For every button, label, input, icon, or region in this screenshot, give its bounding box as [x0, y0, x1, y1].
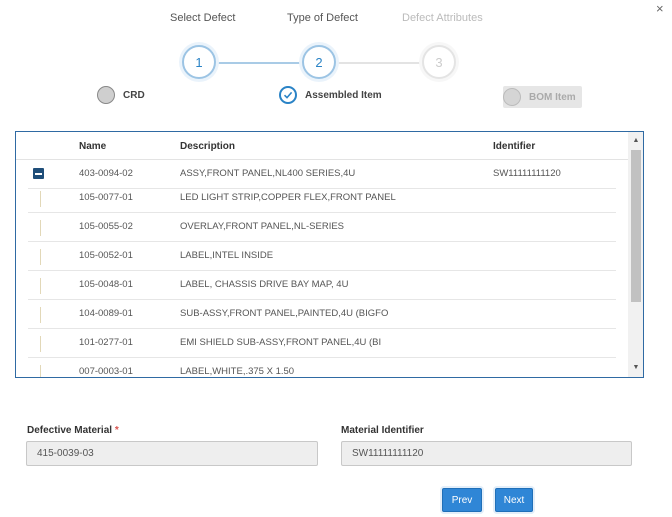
- step-2-indicator[interactable]: 2: [302, 45, 336, 79]
- step-connector-1-2: [216, 62, 304, 64]
- cell-description: LABEL,INTEL INSIDE: [180, 250, 274, 261]
- table-row[interactable]: 101-0277-01 EMI SHIELD SUB-ASSY,FRONT PA…: [28, 329, 616, 358]
- tree-guide-line: [40, 249, 41, 265]
- step-label-defect-attributes: Defect Attributes: [402, 12, 483, 24]
- cell-description: LABEL,WHITE,.375 X 1.50: [180, 366, 295, 377]
- step-3-indicator: 3: [422, 45, 456, 79]
- cell-description: EMI SHIELD SUB-ASSY,FRONT PANEL,4U (BI: [180, 337, 382, 348]
- step-1-indicator[interactable]: 1: [182, 45, 216, 79]
- cell-name: 403-0094-02: [79, 168, 133, 179]
- radio-option-assembled-item[interactable]: Assembled Item: [279, 86, 382, 104]
- tree-guide-line: [40, 278, 41, 294]
- tree-guide-line: [40, 336, 41, 352]
- defective-material-field[interactable]: 415-0039-03: [26, 441, 318, 466]
- cell-identifier: SW11111111120: [493, 168, 561, 179]
- assembly-tree-grid: Name Description Identifier 403-0094-02 …: [15, 131, 644, 378]
- defective-material-label-text: Defective Material: [27, 425, 113, 436]
- cell-name: 007-0003-01: [79, 366, 133, 377]
- table-row[interactable]: 105-0055-02 OVERLAY,FRONT PANEL,NL-SERIE…: [28, 213, 616, 242]
- next-button[interactable]: Next: [495, 488, 533, 512]
- cell-name: 101-0277-01: [79, 337, 133, 348]
- close-icon[interactable]: ×: [656, 2, 664, 15]
- step-label-select-defect: Select Defect: [170, 12, 236, 24]
- column-header-description[interactable]: Description: [180, 141, 235, 152]
- step-3-number: 3: [435, 54, 443, 70]
- tree-guide-line: [40, 365, 41, 377]
- step-connector-2-3: [336, 62, 424, 64]
- radio-option-bom-item: BOM Item: [503, 86, 582, 108]
- material-identifier-field[interactable]: SW11111111120: [341, 441, 632, 466]
- tree-guide-line: [40, 191, 41, 207]
- cell-name: 104-0089-01: [79, 308, 133, 319]
- radio-label-bom-item: BOM Item: [529, 91, 576, 103]
- checkmark-icon: [283, 91, 293, 99]
- collapse-icon[interactable]: [33, 168, 44, 179]
- cell-description: OVERLAY,FRONT PANEL,NL-SERIES: [180, 221, 345, 232]
- cell-name: 105-0052-01: [79, 250, 133, 261]
- bom-item-disabled-box: BOM Item: [503, 86, 582, 108]
- cell-description: SUB-ASSY,FRONT PANEL,PAINTED,4U (BIGFO: [180, 308, 389, 319]
- prev-button[interactable]: Prev: [442, 488, 482, 512]
- radio-label-crd: CRD: [123, 89, 145, 101]
- material-identifier-label: Material Identifier: [341, 425, 424, 436]
- tree-guide-line: [40, 220, 41, 236]
- scroll-down-arrow-icon[interactable]: ▼: [628, 361, 643, 375]
- column-header-identifier[interactable]: Identifier: [493, 141, 535, 152]
- table-row[interactable]: 007-0003-01 LABEL,WHITE,.375 X 1.50: [28, 358, 616, 377]
- step-1-number: 1: [195, 54, 203, 70]
- radio-unchecked-icon[interactable]: [97, 86, 115, 104]
- table-row[interactable]: 105-0077-01 LED LIGHT STRIP,COPPER FLEX,…: [28, 184, 616, 213]
- scroll-thumb[interactable]: [631, 150, 641, 302]
- table-row[interactable]: 104-0089-01 SUB-ASSY,FRONT PANEL,PAINTED…: [28, 300, 616, 329]
- cell-name: 105-0048-01: [79, 279, 133, 290]
- cell-description: LABEL, CHASSIS DRIVE BAY MAP, 4U: [180, 279, 349, 290]
- radio-disabled-icon: [503, 88, 521, 106]
- table-row[interactable]: 105-0052-01 LABEL,INTEL INSIDE: [28, 242, 616, 271]
- column-header-name[interactable]: Name: [79, 141, 106, 152]
- grid-header: Name Description Identifier: [16, 132, 629, 160]
- cell-name: 105-0077-01: [79, 192, 133, 203]
- cell-name: 105-0055-02: [79, 221, 133, 232]
- radio-option-crd[interactable]: CRD: [97, 86, 145, 104]
- radio-label-assembled-item: Assembled Item: [305, 89, 382, 101]
- scroll-up-arrow-icon[interactable]: ▲: [628, 134, 643, 148]
- table-row[interactable]: 105-0048-01 LABEL, CHASSIS DRIVE BAY MAP…: [28, 271, 616, 300]
- step-2-number: 2: [315, 54, 323, 70]
- tree-guide-line: [40, 307, 41, 323]
- required-asterisk: *: [114, 425, 119, 436]
- step-label-type-of-defect: Type of Defect: [287, 12, 358, 24]
- grid-scrollbar[interactable]: ▲ ▼: [628, 132, 643, 377]
- radio-checked-icon[interactable]: [279, 86, 297, 104]
- cell-description: LED LIGHT STRIP,COPPER FLEX,FRONT PANEL: [180, 192, 396, 203]
- defective-material-label: Defective Material *: [27, 425, 119, 436]
- cell-description: ASSY,FRONT PANEL,NL400 SERIES,4U: [180, 168, 356, 179]
